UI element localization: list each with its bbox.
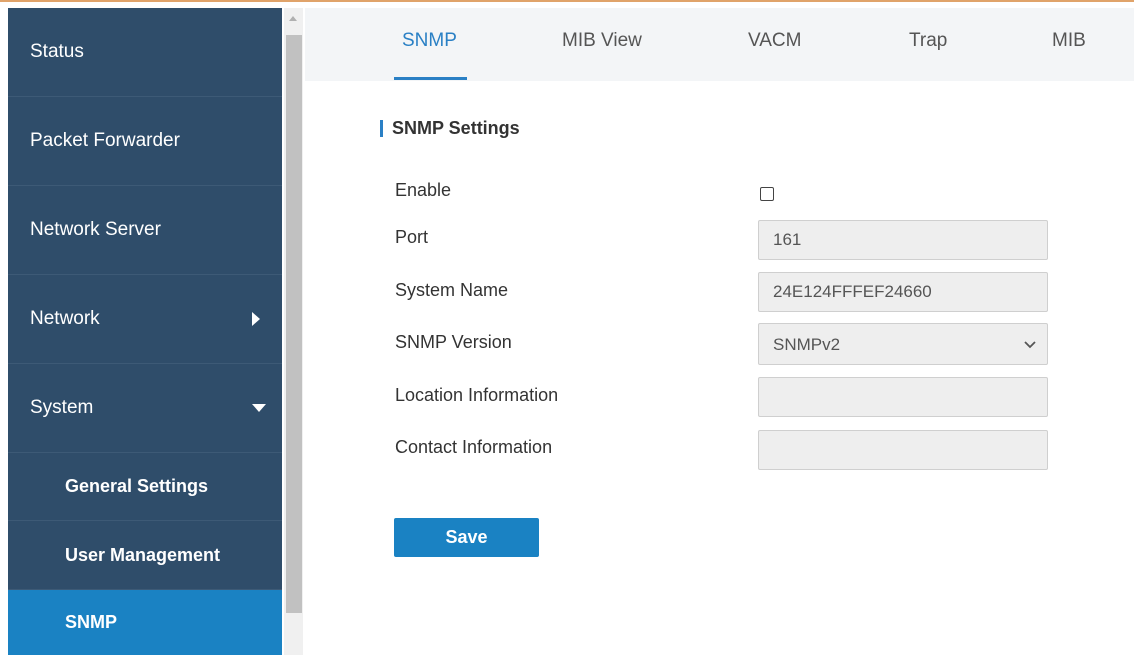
scrollbar-thumb[interactable] <box>286 35 302 613</box>
sidebar-item-general-settings[interactable]: General Settings <box>8 453 282 521</box>
tab-snmp[interactable]: SNMP <box>402 30 457 52</box>
snmp-version-select[interactable]: SNMPv2 <box>758 323 1048 365</box>
location-label: Location Information <box>395 385 559 405</box>
sidebar-item-status[interactable]: Status <box>8 8 282 97</box>
enable-checkbox[interactable] <box>760 187 774 201</box>
tab-mib[interactable]: MIB <box>1052 30 1086 52</box>
sidebar-item-label: Network <box>30 308 100 329</box>
sidebar-item-label: General Settings <box>65 476 209 496</box>
section-marker <box>380 120 383 137</box>
sidebar-scrollbar[interactable] <box>284 8 303 655</box>
contact-label: Contact Information <box>395 437 553 457</box>
tab-trap[interactable]: Trap <box>909 30 947 52</box>
sidebar-item-user-management[interactable]: User Management <box>8 521 282 590</box>
active-tab-indicator <box>394 77 467 80</box>
sidebar-item-packet-forwarder[interactable]: Packet Forwarder <box>8 97 282 186</box>
top-accent-line <box>0 0 1134 2</box>
main-content <box>305 81 1134 655</box>
sidebar-item-network[interactable]: Network <box>8 275 282 364</box>
sidebar-item-label: Network Server <box>30 219 161 240</box>
tab-mib-view[interactable]: MIB View <box>562 30 642 52</box>
chevron-down-icon <box>252 404 266 412</box>
sidebar-item-network-server[interactable]: Network Server <box>8 186 282 275</box>
location-field[interactable] <box>758 377 1048 417</box>
sidebar-item-label: System <box>30 397 94 418</box>
sidebar: Status Packet Forwarder Network Server N… <box>8 8 282 655</box>
system-name-label: System Name <box>395 280 509 300</box>
chevron-down-icon <box>1024 341 1036 349</box>
sidebar-item-label: SNMP <box>65 612 118 632</box>
section-title: SNMP Settings <box>392 118 520 138</box>
sidebar-item-system[interactable]: System <box>8 364 282 453</box>
scroll-up-arrow-icon[interactable] <box>289 16 297 21</box>
save-button[interactable]: Save <box>394 518 539 557</box>
snmp-version-label: SNMP Version <box>395 332 512 352</box>
chevron-right-icon <box>252 312 260 326</box>
sidebar-item-label: Status <box>30 41 84 62</box>
system-name-field[interactable] <box>758 272 1048 312</box>
sidebar-item-label: Packet Forwarder <box>30 130 180 151</box>
contact-field[interactable] <box>758 430 1048 470</box>
enable-label: Enable <box>395 180 452 200</box>
tab-vacm[interactable]: VACM <box>748 30 801 52</box>
sidebar-item-snmp[interactable]: SNMP <box>8 590 282 655</box>
snmp-version-value: SNMPv2 <box>773 335 841 354</box>
port-field[interactable] <box>758 220 1048 260</box>
port-label: Port <box>395 227 429 247</box>
sidebar-item-label: User Management <box>65 544 221 565</box>
